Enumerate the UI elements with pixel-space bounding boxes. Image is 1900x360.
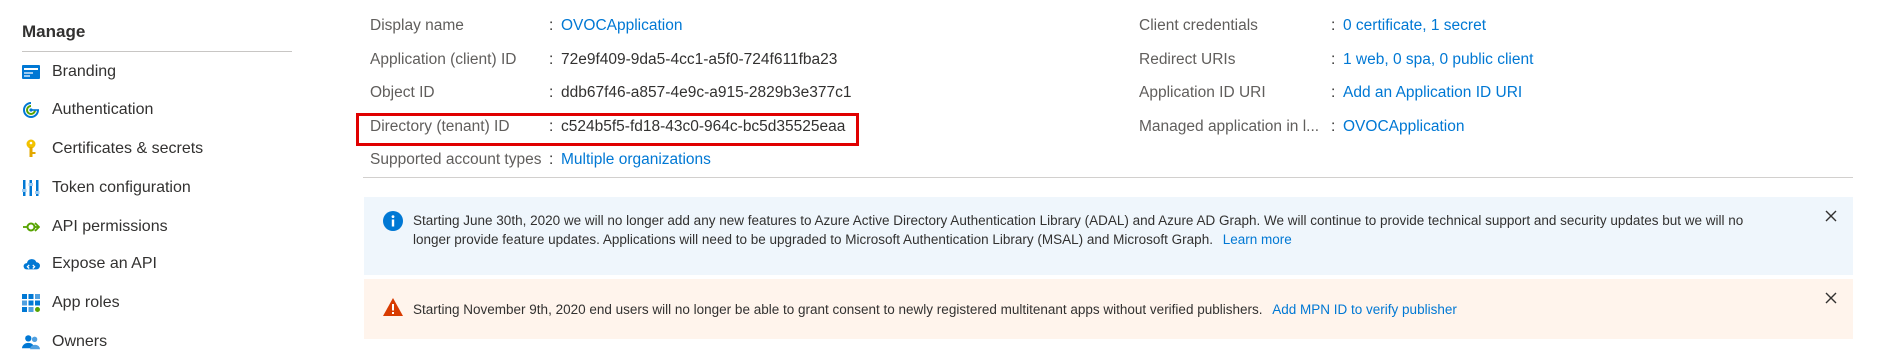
- add-mpn-id-link[interactable]: Add MPN ID to verify publisher: [1272, 302, 1457, 317]
- key-icon: [22, 139, 40, 158]
- close-icon[interactable]: [1823, 208, 1839, 224]
- sidebar-item-expose-an-api[interactable]: Expose an API: [0, 246, 300, 282]
- cloud-api-icon: [22, 255, 40, 273]
- display-name-label: Display name: [370, 17, 464, 34]
- application-client-id-value: 72e9f409-9da5-4cc1-a5f0-724f611fba23: [561, 51, 838, 68]
- info-banner-line-2-text: longer provide feature updates. Applicat…: [413, 232, 1213, 247]
- application-id-uri-label: Application ID URI: [1139, 84, 1266, 101]
- redirect-uris-label: Redirect URIs: [1139, 51, 1236, 68]
- managed-application-link[interactable]: OVOCApplication: [1343, 118, 1464, 136]
- colon-separator: :: [549, 151, 554, 168]
- sidebar-item-branding[interactable]: Branding: [0, 54, 300, 90]
- manage-section-title: Manage: [22, 22, 86, 41]
- display-name-link[interactable]: OVOCApplication: [561, 17, 682, 35]
- authentication-icon: [22, 101, 40, 119]
- close-icon[interactable]: [1823, 290, 1839, 306]
- adal-deprecation-banner: Starting June 30th, 2020 we will no long…: [364, 197, 1853, 275]
- warning-banner-message: Starting November 9th, 2020 end users wi…: [413, 302, 1263, 317]
- sidebar-item-api-permissions[interactable]: API permissions: [0, 209, 300, 245]
- warning-icon: [383, 298, 403, 318]
- sidebar-item-certificates-secrets[interactable]: Certificates & secrets: [0, 131, 300, 167]
- sidebar-item-label: Branding: [52, 63, 117, 80]
- client-credentials-label: Client credentials: [1139, 17, 1258, 34]
- info-banner-text: Starting June 30th, 2020 we will no long…: [413, 211, 1743, 249]
- colon-separator: :: [549, 17, 554, 34]
- managed-application-label: Managed application in l...: [1139, 118, 1320, 135]
- info-banner-line-1: Starting June 30th, 2020 we will no long…: [413, 213, 1744, 228]
- sidebar-item-token-configuration[interactable]: Token configuration: [0, 170, 300, 206]
- sidebar-item-app-roles[interactable]: App roles: [0, 285, 300, 321]
- redirect-uris-link[interactable]: 1 web, 0 spa, 0 public client: [1343, 51, 1533, 69]
- essentials-divider: [363, 177, 1853, 178]
- object-id-value: ddb67f46-a857-4e9c-a915-2829b3e377c1: [561, 84, 852, 101]
- colon-separator: :: [1331, 17, 1336, 34]
- learn-more-link[interactable]: Learn more: [1223, 232, 1292, 247]
- colon-separator: :: [1331, 118, 1336, 135]
- sidebar-item-authentication[interactable]: Authentication: [0, 92, 300, 128]
- colon-separator: :: [1331, 51, 1336, 68]
- manage-sidebar: Manage Branding Authentication Certifica…: [0, 0, 300, 351]
- client-credentials-link[interactable]: 0 certificate, 1 secret: [1343, 17, 1486, 35]
- app-roles-icon: [22, 294, 40, 312]
- sidebar-item-label: Expose an API: [52, 255, 157, 272]
- application-client-id-label: Application (client) ID: [370, 51, 517, 68]
- supported-account-types-link[interactable]: Multiple organizations: [561, 151, 711, 169]
- sidebar-item-label: Token configuration: [52, 179, 191, 196]
- info-icon: [383, 211, 403, 231]
- colon-separator: :: [549, 84, 554, 101]
- branding-icon: [22, 63, 40, 81]
- tenant-id-highlight: [356, 113, 859, 146]
- owners-icon: [22, 333, 40, 351]
- add-application-id-uri-link[interactable]: Add an Application ID URI: [1343, 84, 1522, 102]
- colon-separator: :: [549, 51, 554, 68]
- sidebar-item-label: Owners: [52, 333, 108, 350]
- supported-account-types-label: Supported account types: [370, 151, 542, 168]
- sidebar-item-label: App roles: [52, 294, 120, 311]
- token-config-icon: [22, 179, 40, 197]
- sidebar-item-owners[interactable]: Owners: [0, 324, 300, 360]
- sidebar-item-label: Authentication: [52, 101, 154, 118]
- api-permissions-icon: [22, 218, 40, 236]
- sidebar-divider: [22, 51, 292, 52]
- info-banner-line-2: longer provide feature updates. Applicat…: [413, 230, 1743, 249]
- sidebar-item-label: Certificates & secrets: [52, 140, 204, 157]
- object-id-label: Object ID: [370, 84, 435, 101]
- publisher-verification-banner: Starting November 9th, 2020 end users wi…: [364, 279, 1853, 339]
- sidebar-item-label: API permissions: [52, 218, 168, 235]
- warning-banner-text: Starting November 9th, 2020 end users wi…: [413, 300, 1457, 319]
- colon-separator: :: [1331, 84, 1336, 101]
